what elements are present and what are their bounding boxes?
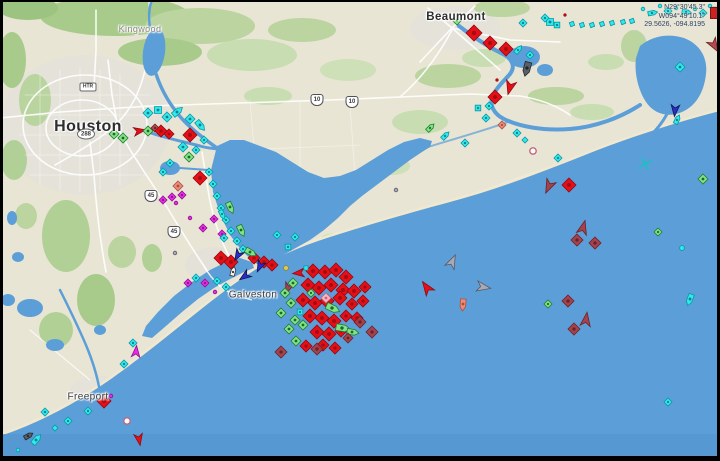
road-shield-10: 10 [311, 94, 324, 106]
coordinate-readout-line: W094°49'10.1" [644, 13, 705, 22]
deep-water-band [3, 434, 717, 456]
vessel-marker-square[interactable] [554, 22, 560, 28]
road-shield-10: 10 [346, 96, 359, 108]
vessel-marker-ring[interactable] [124, 418, 130, 424]
road-shield-45: 45 [168, 226, 181, 238]
vessel-marker-dot[interactable] [109, 394, 113, 398]
vessel-marker-square[interactable] [297, 309, 303, 315]
vessel-marker-dot[interactable] [680, 246, 685, 251]
map-canvas[interactable]: HoustonKingwoodBeaumontGalvestonFreeport… [3, 2, 717, 456]
vessel-marker-square[interactable] [589, 22, 594, 27]
vessel-marker-dot[interactable] [173, 251, 177, 255]
road-shield-288: 288 [77, 129, 95, 140]
vessel-marker-dot[interactable] [213, 290, 217, 294]
vessel-marker-square[interactable] [475, 105, 481, 111]
vessel-marker-dot[interactable] [174, 201, 178, 205]
vessel-marker-square[interactable] [569, 21, 574, 26]
vessel-marker-square[interactable] [304, 266, 308, 270]
coordinate-readout-line: 29.5626, -094.8195 [644, 21, 705, 30]
vessel-marker-dot[interactable] [284, 266, 289, 271]
corner-red-marker [710, 7, 717, 19]
coordinate-readout-line: N29°30'45.3" [644, 4, 705, 13]
vessel-marker-square[interactable] [155, 107, 162, 114]
vessel-marker-dot[interactable] [394, 188, 398, 192]
vessel-marker-square[interactable] [599, 21, 604, 26]
map-window: HoustonKingwoodBeaumontGalvestonFreeport… [0, 0, 720, 461]
vessel-marker-dot[interactable] [16, 448, 20, 452]
road-shield-45: 45 [145, 190, 158, 202]
vessel-marker-square[interactable] [609, 20, 614, 25]
vessel-marker-square[interactable] [579, 22, 584, 27]
vessel-marker-square[interactable] [620, 19, 625, 24]
vessel-marker-square[interactable] [629, 18, 634, 23]
vessel-marker-dot[interactable] [496, 79, 498, 81]
map-svg [3, 2, 717, 456]
coordinate-readout: N29°30'45.3"W094°49'10.1"29.5626, -094.8… [644, 4, 705, 30]
vessel-marker-dot[interactable] [564, 14, 566, 16]
vessel-marker-ring[interactable] [530, 148, 536, 154]
vessel-marker-dot[interactable] [188, 216, 192, 220]
road-shield-HTR: HTR [80, 83, 97, 92]
vessel-marker-square[interactable] [285, 244, 291, 250]
